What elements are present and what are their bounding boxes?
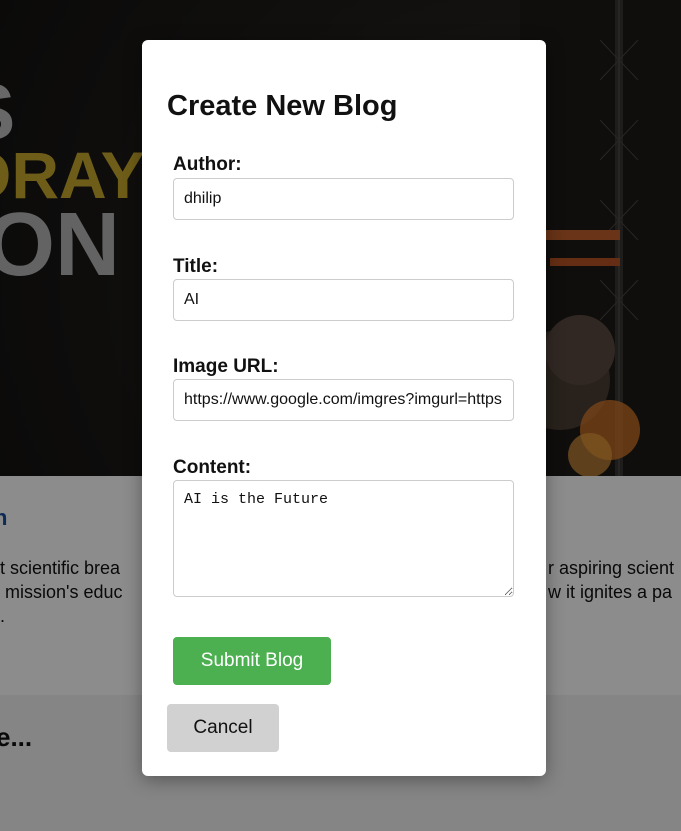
modal-title: Create New Blog	[167, 90, 398, 122]
image-url-input[interactable]	[173, 379, 514, 421]
submit-blog-button[interactable]: Submit Blog	[173, 637, 331, 685]
author-input[interactable]	[173, 178, 514, 220]
create-blog-modal: Create New Blog Author: Title: Image URL…	[142, 40, 546, 776]
cancel-button[interactable]: Cancel	[167, 704, 279, 752]
content-label: Content:	[173, 457, 252, 478]
title-label: Title:	[173, 256, 219, 277]
content-textarea[interactable]: AI is the Future	[173, 480, 514, 597]
author-label: Author:	[173, 154, 242, 175]
image-url-label: Image URL:	[173, 356, 279, 377]
title-input[interactable]	[173, 279, 514, 321]
